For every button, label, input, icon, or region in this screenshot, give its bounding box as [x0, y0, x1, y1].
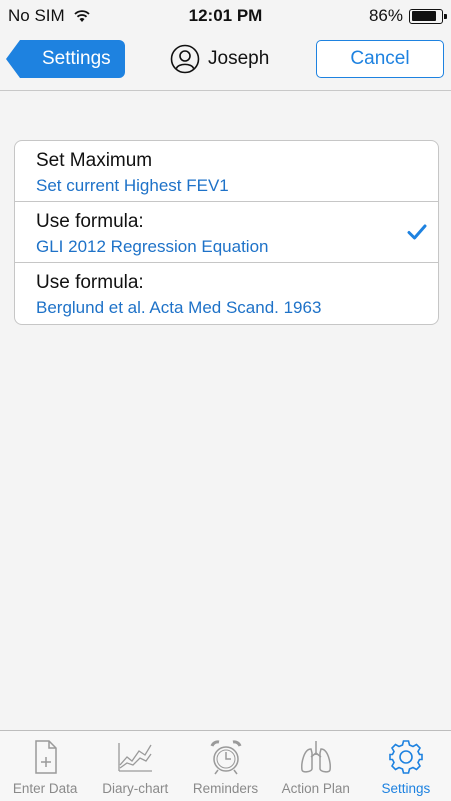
user-profile[interactable]: Joseph	[170, 44, 269, 74]
option-subtitle: Berglund et al. Acta Med Scand. 1963	[36, 298, 322, 317]
option-title: Set Maximum	[36, 150, 153, 171]
option-subtitle: Set current Highest FEV1	[36, 176, 229, 195]
tab-reminders[interactable]: Reminders	[180, 731, 270, 801]
checkmark-icon	[407, 224, 427, 240]
tab-label: Reminders	[192, 781, 259, 796]
option-gli-2012[interactable]: Use formula: GLI 2012 Regression Equatio…	[15, 202, 438, 263]
tab-diary-chart[interactable]: Diary-chart	[90, 731, 180, 801]
diary-chart-icon	[118, 743, 153, 772]
user-name: Joseph	[208, 48, 270, 69]
tab-settings[interactable]: Settings	[361, 731, 451, 801]
gear-icon	[389, 740, 423, 774]
tab-label: Settings	[381, 781, 431, 796]
status-right: 86%	[368, 6, 447, 26]
tab-label: Enter Data	[12, 781, 78, 796]
battery-fill	[411, 11, 436, 21]
tab-label: Action Plan	[281, 781, 350, 796]
battery-icon	[409, 8, 447, 24]
navigation-bar: Settings Joseph Cancel	[0, 30, 451, 91]
user-avatar-icon	[170, 44, 200, 74]
tab-bar: Enter Data Diary-chart Reminders Action …	[0, 730, 451, 801]
battery-percent: 86%	[368, 6, 403, 25]
fev1-max-options-list: Set Maximum Set current Highest FEV1 Use…	[14, 140, 439, 325]
option-set-maximum[interactable]: Set Maximum Set current Highest FEV1	[15, 141, 438, 202]
lungs-icon	[300, 741, 331, 773]
tab-action-plan[interactable]: Action Plan	[271, 731, 361, 801]
enter-data-icon	[35, 740, 57, 774]
option-title: Use formula:	[36, 211, 144, 232]
back-button[interactable]: Settings	[6, 40, 125, 78]
option-berglund-1963[interactable]: Use formula: Berglund et al. Acta Med Sc…	[15, 263, 438, 324]
cancel-button[interactable]: Cancel	[316, 40, 444, 78]
option-title: Use formula:	[36, 272, 144, 293]
tab-enter-data[interactable]: Enter Data	[0, 731, 90, 801]
option-subtitle: GLI 2012 Regression Equation	[36, 237, 269, 256]
status-bar: No SIM 12:01 PM 86%	[0, 0, 451, 30]
tab-label: Diary-chart	[102, 781, 169, 796]
alarm-clock-icon	[210, 740, 241, 775]
